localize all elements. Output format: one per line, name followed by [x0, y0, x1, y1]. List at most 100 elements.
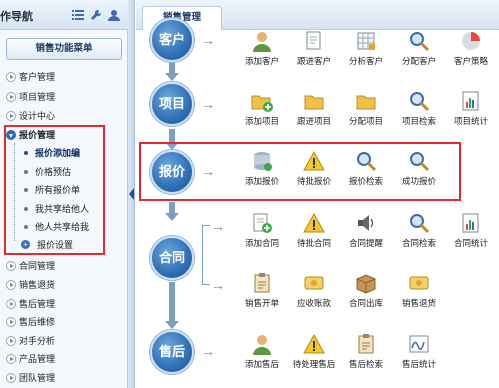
flow-down-arrow — [165, 62, 179, 81]
warn-icon — [303, 150, 325, 172]
cash-icon — [303, 272, 325, 294]
expand-arrow-icon — [6, 260, 16, 271]
flow-down-arrow — [165, 282, 179, 329]
sidebar-item-label: 售后维修 — [19, 317, 56, 327]
sidebar-item-product[interactable]: 产品管理 — [6, 351, 55, 367]
flow-right-arrow: → — [211, 218, 225, 234]
action-aftersale-1[interactable]: 待处理售后 — [288, 333, 340, 377]
action-quote-2[interactable]: 报价检索 — [340, 150, 392, 194]
sidebar-item-design[interactable]: 设计中心 — [6, 108, 55, 124]
sidebar-item-customer[interactable]: 客户管理 — [6, 69, 55, 85]
highlight-frame — [4, 125, 105, 255]
docplus-icon — [251, 212, 273, 234]
list-icon[interactable] — [72, 9, 84, 21]
action-label: 项目统计 — [453, 116, 488, 126]
sidebar-header: 作导航 — [0, 0, 128, 30]
action-contract-0[interactable]: 添加合同 — [236, 212, 288, 256]
warn-icon — [303, 212, 325, 234]
sidebar-item-label: 产品管理 — [19, 354, 56, 364]
action-project-2[interactable]: 分配项目 — [340, 90, 392, 134]
action-customer-4[interactable]: 客户策略 — [445, 30, 497, 74]
action-label: 售后统计 — [401, 359, 436, 369]
sidebar-title: 作导航 — [0, 11, 33, 23]
flow-circle-customer[interactable]: 客户 — [150, 18, 194, 62]
pie-icon — [460, 30, 482, 52]
action-project-3[interactable]: 项目检索 — [393, 90, 445, 134]
flow-right-arrow: → — [201, 32, 215, 48]
sidebar-item-project[interactable]: 项目管理 — [6, 89, 55, 105]
action-contract-3[interactable]: 合同检索 — [393, 212, 445, 256]
action-contract-2[interactable]: 合同提醒 — [340, 212, 392, 256]
sidebar-item-repair[interactable]: 售后维修 — [6, 314, 55, 330]
sidebar-item-label: 客户管理 — [19, 72, 56, 82]
action-project-4[interactable]: 项目统计 — [445, 90, 497, 134]
expand-arrow-icon — [6, 372, 16, 383]
action-contract-7[interactable]: 合同出库 — [340, 272, 392, 316]
expand-arrow-icon — [6, 316, 16, 327]
wrench-icon[interactable] — [90, 9, 102, 21]
flow-circle-aftersale[interactable]: 售后 — [150, 330, 194, 374]
flow-right-arrow: → — [211, 277, 225, 293]
chart-icon — [460, 212, 482, 234]
flow-circle-project[interactable]: 项目 — [150, 82, 194, 126]
box-icon — [355, 272, 377, 294]
action-contract-6[interactable]: 应收账款 — [288, 272, 340, 316]
person-icon — [251, 30, 273, 52]
action-customer-0[interactable]: 添加客户 — [236, 30, 288, 74]
action-contract-1[interactable]: 待批合同 — [288, 212, 340, 256]
expand-arrow-icon — [6, 71, 16, 82]
search-icon — [408, 90, 430, 112]
action-contract-4[interactable]: 合同统计 — [445, 212, 497, 256]
action-customer-2[interactable]: 分析客户 — [340, 30, 392, 74]
expand-arrow-icon — [6, 298, 16, 309]
speaker-icon — [355, 212, 377, 234]
expand-arrow-icon — [6, 353, 16, 364]
flow-down-arrow — [165, 202, 179, 221]
action-aftersale-2[interactable]: 售后检索 — [340, 333, 392, 377]
sidebar-item-competitor[interactable]: 对手分析 — [6, 333, 55, 349]
flow-right-arrow: → — [201, 343, 215, 359]
action-quote-1[interactable]: 待批报价 — [288, 150, 340, 194]
sidebar-item-label: 项目管理 — [19, 92, 56, 102]
sidebar-item-aftersale[interactable]: 售后管理 — [6, 296, 55, 312]
sidebar-item-contract[interactable]: 合同管理 — [6, 258, 55, 274]
sidebar-item-team[interactable]: 团队管理 — [6, 370, 55, 386]
action-project-0[interactable]: 添加项目 — [236, 90, 288, 134]
warn-icon — [303, 333, 325, 355]
folderplus-icon — [251, 90, 273, 112]
grid-icon — [355, 30, 377, 52]
expand-arrow-icon — [6, 335, 16, 346]
expand-arrow-icon — [6, 279, 16, 290]
sidebar: 作导航 销售功能菜单 客户管理 项目管理 设计中心 报价管理 报价添加编 价格预… — [0, 0, 128, 388]
action-project-1[interactable]: 跟进项目 — [288, 90, 340, 134]
action-label: 合同统计 — [453, 238, 488, 248]
action-aftersale-0[interactable]: 添加售后 — [236, 333, 288, 377]
wave-icon — [408, 333, 430, 355]
action-label: 客户策略 — [453, 56, 488, 66]
sales-menu-button[interactable]: 销售功能菜单 — [6, 38, 122, 60]
sidebar-item-label: 售后管理 — [19, 299, 56, 309]
search-icon — [408, 212, 430, 234]
flow-right-arrow: → — [201, 96, 215, 112]
sidebar-item-label: 团队管理 — [19, 373, 56, 383]
main-panel: 销售管理 客户 → 项目 → 报价 → 合同 → → 售后 → 添加客户 跟进客户… — [136, 0, 499, 388]
sidebar-item-sales-return[interactable]: 销售退货 — [6, 277, 55, 293]
action-aftersale-3[interactable]: 售后统计 — [393, 333, 445, 377]
collapse-left-icon[interactable] — [129, 188, 134, 200]
person-icon — [251, 333, 273, 355]
sidebar-item-label: 设计中心 — [19, 111, 56, 121]
action-quote-3[interactable]: 成功报价 — [393, 150, 445, 194]
user-icon[interactable] — [108, 9, 120, 21]
action-quote-0[interactable]: 添加报价 — [236, 150, 288, 194]
action-label: 成功报价 — [401, 176, 436, 186]
flow-circle-contract[interactable]: 合同 — [150, 236, 194, 280]
action-customer-3[interactable]: 分配客户 — [393, 30, 445, 74]
action-contract-8[interactable]: 销售退货 — [393, 272, 445, 316]
folder-icon — [303, 90, 325, 112]
search-icon — [408, 30, 430, 52]
search-icon — [408, 150, 430, 172]
action-contract-5[interactable]: 销售开单 — [236, 272, 288, 316]
action-customer-1[interactable]: 跟进客户 — [288, 30, 340, 74]
flow-down-arrow — [165, 129, 179, 150]
db-icon — [251, 150, 273, 172]
